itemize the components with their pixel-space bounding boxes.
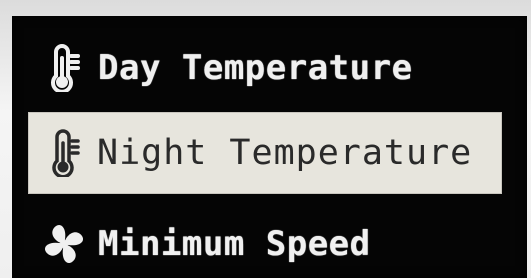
display-bezel: Day Temperature Night Temperature Minimu… xyxy=(0,0,531,278)
thermometer-icon xyxy=(51,44,80,92)
fan-icon xyxy=(44,224,84,264)
oled-screen: Day Temperature Night Temperature Minimu… xyxy=(12,16,527,278)
menu-item-label: Minimum Speed xyxy=(98,224,371,264)
thermometer-icon xyxy=(52,129,80,177)
menu-item-label: Night Temperature xyxy=(97,132,473,173)
menu-item-night-temperature[interactable]: Night Temperature xyxy=(28,112,502,194)
menu-item-label: Day Temperature xyxy=(98,48,413,88)
menu-item-day-temperature[interactable]: Day Temperature xyxy=(12,38,527,98)
menu-item-minimum-speed[interactable]: Minimum Speed xyxy=(12,214,527,274)
